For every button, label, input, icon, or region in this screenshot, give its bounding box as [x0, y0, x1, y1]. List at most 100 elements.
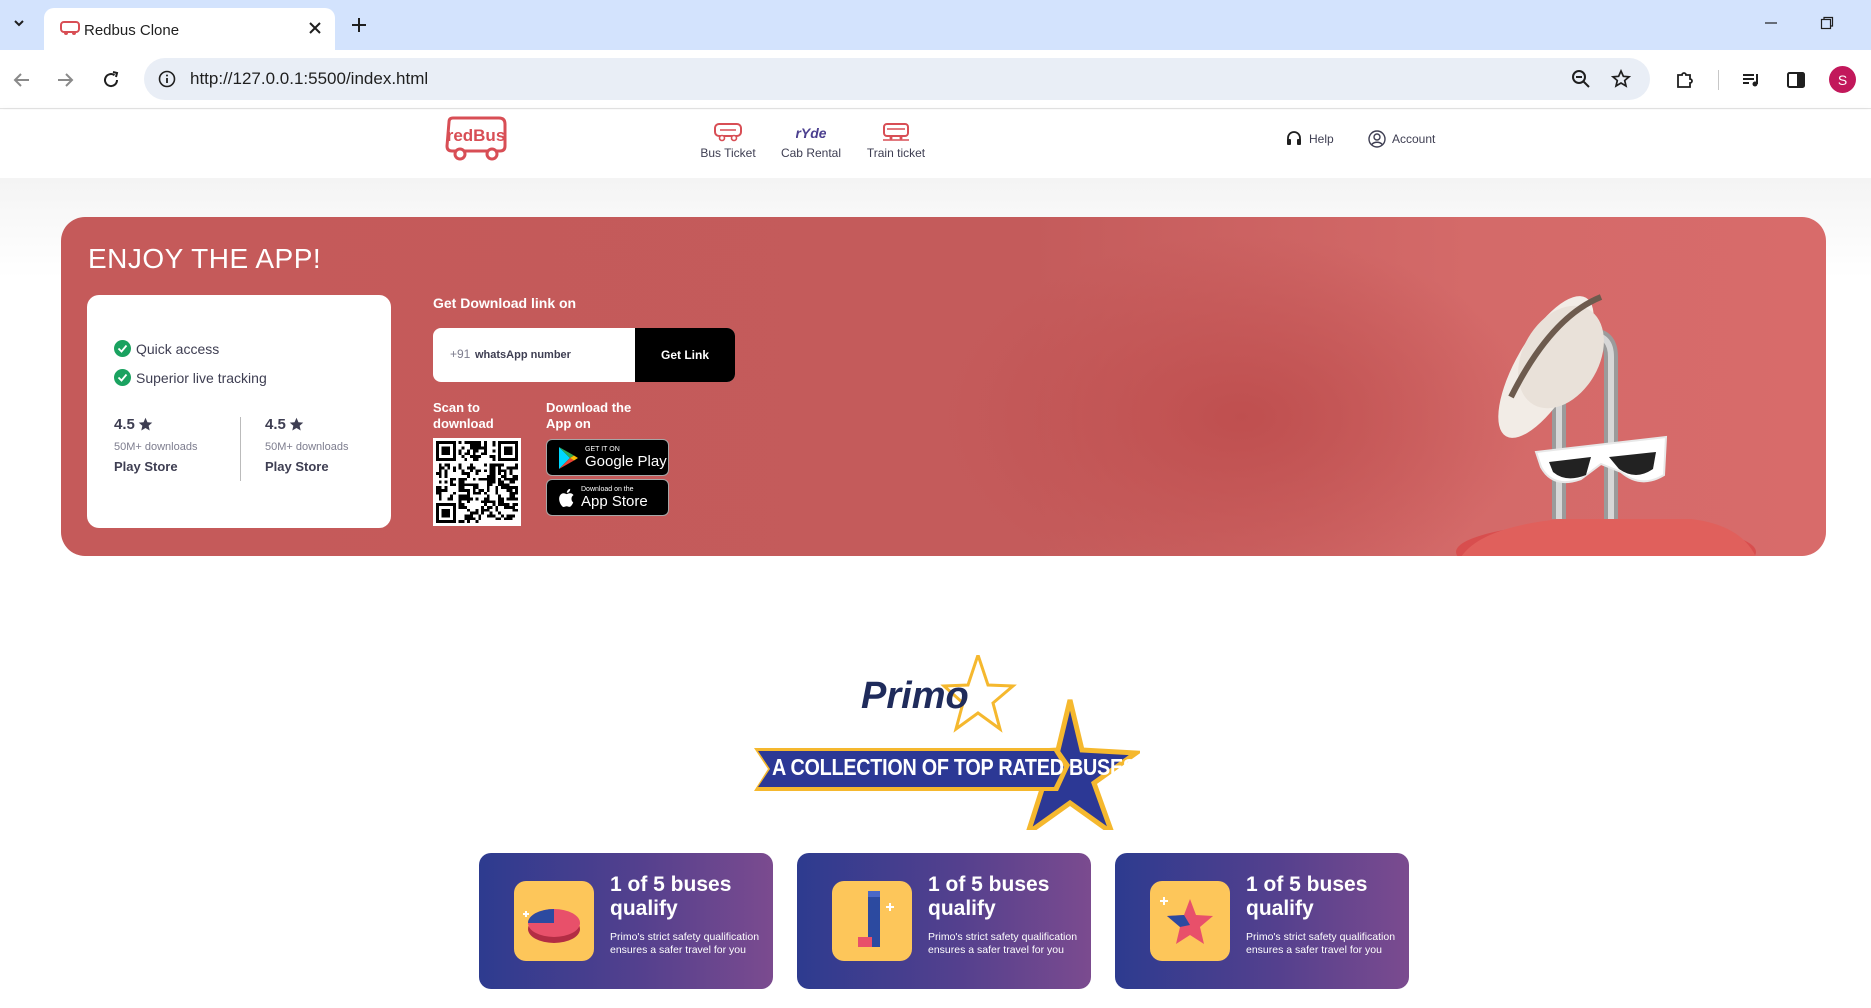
bookmark-star-icon[interactable] — [1610, 68, 1632, 90]
qr-module — [444, 463, 448, 467]
qr-module — [441, 511, 445, 515]
qr-module — [438, 494, 442, 498]
whatsapp-number-input[interactable] — [475, 340, 635, 370]
qr-module — [447, 520, 451, 523]
qr-module — [475, 457, 479, 461]
extensions-icon[interactable] — [1672, 67, 1698, 93]
tab-search-button[interactable] — [5, 9, 33, 37]
qr-module — [512, 506, 516, 509]
help-link[interactable]: Help — [1285, 130, 1334, 148]
qr-module — [461, 494, 465, 498]
qr-module — [515, 455, 518, 458]
qr-module — [452, 452, 456, 456]
qr-module — [447, 446, 451, 450]
window-restore-button[interactable] — [1816, 12, 1838, 34]
qr-module — [501, 457, 504, 461]
qr-module — [498, 497, 502, 501]
qr-module — [472, 466, 476, 470]
qr-module — [444, 489, 448, 492]
tab-close-button[interactable] — [305, 18, 325, 38]
qr-module — [509, 452, 513, 456]
app-store-button[interactable]: Download on the App Store — [546, 479, 669, 516]
forward-button[interactable] — [51, 66, 79, 94]
qr-module — [444, 511, 448, 515]
qr-module — [472, 511, 476, 515]
qr-module — [489, 483, 493, 487]
qr-module — [509, 494, 513, 498]
qr-module — [436, 472, 439, 475]
qr-module — [467, 441, 470, 444]
qr-module — [436, 489, 439, 492]
profile-avatar[interactable]: S — [1829, 66, 1856, 93]
qr-module — [436, 455, 439, 458]
qr-module — [509, 477, 513, 481]
qr-module — [484, 446, 487, 450]
qr-module — [484, 500, 487, 504]
qr-module — [489, 469, 493, 473]
qr-module — [458, 483, 462, 487]
qr-module — [498, 463, 502, 467]
scan-label: Scan to download — [433, 400, 494, 431]
qr-module — [492, 469, 496, 473]
reload-button[interactable] — [97, 66, 125, 94]
qr-module — [438, 474, 442, 478]
side-panel-icon[interactable] — [1783, 67, 1809, 93]
qr-module — [478, 491, 482, 495]
qr-module — [506, 503, 510, 507]
site-info-icon[interactable] — [156, 68, 178, 90]
close-icon — [309, 22, 321, 34]
qr-module — [509, 491, 513, 495]
qr-module — [498, 466, 502, 470]
qr-module — [458, 452, 462, 456]
zoom-icon[interactable] — [1570, 68, 1592, 90]
qr-module — [509, 506, 513, 509]
qr-module — [441, 449, 445, 453]
star-icon — [289, 417, 304, 431]
qr-module — [512, 457, 516, 461]
window-minimize-button[interactable] — [1760, 12, 1782, 34]
qr-module — [515, 449, 518, 453]
qr-module — [461, 483, 465, 487]
qr-module — [498, 483, 502, 487]
qr-module — [498, 477, 502, 481]
qr-module — [478, 446, 482, 450]
qr-module — [469, 483, 473, 487]
qr-module — [509, 497, 513, 501]
get-link-button[interactable]: Get Link — [635, 328, 735, 382]
qr-module — [447, 508, 451, 512]
qr-module — [509, 472, 513, 475]
back-button[interactable] — [8, 66, 36, 94]
account-link[interactable]: Account — [1368, 130, 1435, 148]
nav-cab-rental[interactable]: rYde Cab Rental — [780, 120, 842, 160]
qr-module — [515, 452, 518, 456]
qr-module — [512, 466, 516, 470]
qr-module — [438, 457, 442, 461]
feature-label: Quick access — [136, 340, 220, 357]
nav-bus-ticket[interactable]: Bus Ticket — [698, 120, 758, 160]
qr-module — [438, 503, 442, 507]
google-play-big: Google Play — [585, 452, 667, 470]
star-block-icon — [1150, 881, 1230, 961]
apple-icon — [559, 488, 574, 507]
new-tab-button[interactable] — [346, 12, 372, 38]
qr-module — [464, 489, 468, 492]
qr-module — [501, 463, 504, 467]
qr-module — [478, 477, 482, 481]
google-play-button[interactable]: GET IT ON Google Play — [546, 439, 669, 476]
qr-module — [503, 446, 507, 450]
qr-module — [498, 469, 502, 473]
nav-train-ticket[interactable]: Train ticket — [863, 120, 929, 160]
redbus-logo[interactable]: redBus — [443, 116, 509, 167]
browser-tab[interactable]: Redbus Clone — [44, 8, 335, 50]
url-text[interactable]: http://127.0.0.1:5500/index.html — [190, 69, 428, 89]
media-control-icon[interactable] — [1738, 67, 1764, 93]
qr-module — [464, 497, 468, 501]
qr-module — [498, 500, 502, 504]
card-title: 1 of 5 buses qualify — [1246, 873, 1368, 920]
qr-module — [452, 483, 456, 487]
qr-module — [472, 477, 476, 481]
qr-module — [486, 483, 490, 487]
qr-module — [509, 480, 513, 484]
qr-module — [444, 520, 448, 523]
address-bar[interactable]: http://127.0.0.1:5500/index.html — [144, 58, 1650, 100]
